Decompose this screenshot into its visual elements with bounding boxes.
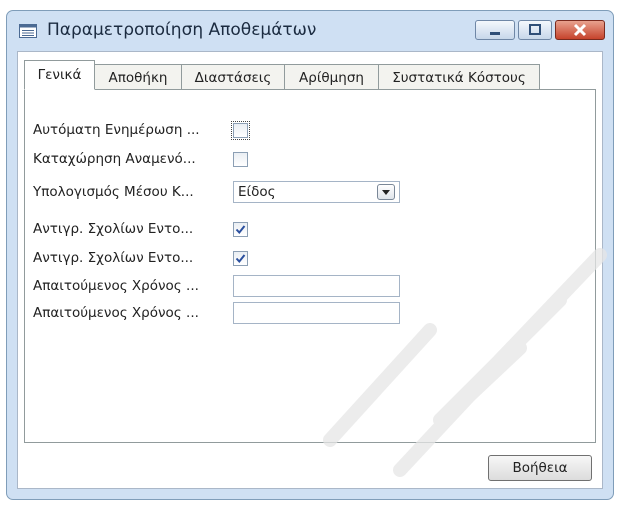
field-label: Απαιτούμενος Χρόνος ... xyxy=(33,278,199,294)
field-row: Αντιγρ. Σχολίων Εντο... xyxy=(33,217,248,241)
tab-general[interactable]: Γενικά xyxy=(24,60,95,90)
tab-label: Διαστάσεις xyxy=(194,69,272,86)
field-row: Αυτόματη Ενημέρωση ... xyxy=(33,118,250,142)
avg-cost-select[interactable]: Είδος xyxy=(233,181,400,203)
checkmark-icon xyxy=(235,253,246,263)
tab-cost-components[interactable]: Συστατικά Κόστους xyxy=(378,64,540,90)
expected-posting-checkbox[interactable] xyxy=(233,151,248,167)
field-row: Απαιτούμενος Χρόνος ... xyxy=(33,274,400,298)
form-icon xyxy=(19,23,37,38)
field-label: Αντιγρ. Σχολίων Εντο... xyxy=(33,221,194,237)
tab-strip: Γενικά Αποθήκη Διαστάσεις Αρίθμηση Συστα… xyxy=(24,60,540,90)
dropdown-arrow-icon[interactable] xyxy=(377,184,395,200)
close-button[interactable] xyxy=(555,20,605,40)
settings-window: Παραμετροποίηση Αποθεμάτων Γενικά Αποθήκ… xyxy=(6,10,614,500)
help-button-label: Βοήθεια xyxy=(512,460,568,476)
required-time-2-input[interactable] xyxy=(233,302,400,324)
dialog-body: Γενικά Αποθήκη Διαστάσεις Αρίθμηση Συστα… xyxy=(17,51,603,489)
tab-label: Αρίθμηση xyxy=(299,69,364,86)
auto-update-checkbox[interactable] xyxy=(231,120,250,140)
help-button[interactable]: Βοήθεια xyxy=(488,455,592,481)
field-label: Καταχώρηση Αναμενό... xyxy=(33,151,196,167)
tab-label: Αποθήκη xyxy=(108,69,168,86)
field-label: Απαιτούμενος Χρόνος ... xyxy=(33,305,199,321)
title-bar[interactable]: Παραμετροποίηση Αποθεμάτων xyxy=(7,11,613,49)
field-row: Αντιγρ. Σχολίων Εντο... xyxy=(33,246,248,270)
window-title: Παραμετροποίηση Αποθεμάτων xyxy=(47,20,317,40)
field-row: Καταχώρηση Αναμενό... xyxy=(33,147,248,171)
tab-numbering[interactable]: Αρίθμηση xyxy=(284,64,379,90)
field-row: Απαιτούμενος Χρόνος ... xyxy=(33,301,400,325)
tab-warehouse[interactable]: Αποθήκη xyxy=(94,64,182,90)
field-row: Υπολογισμός Μέσου Κ... Είδος xyxy=(33,180,400,204)
checkmark-icon xyxy=(235,224,246,234)
tab-panel-general: Αυτόματη Ενημέρωση ... Καταχώρηση Αναμεν… xyxy=(24,89,596,443)
field-label: Αντιγρ. Σχολίων Εντο... xyxy=(33,250,194,266)
select-value: Είδος xyxy=(238,184,276,200)
field-label: Αυτόματη Ενημέρωση ... xyxy=(33,122,200,138)
required-time-1-input[interactable] xyxy=(233,275,400,297)
minimize-button[interactable] xyxy=(475,20,515,40)
tab-dimensions[interactable]: Διαστάσεις xyxy=(181,64,285,90)
tab-label: Συστατικά Κόστους xyxy=(392,69,526,86)
copy-comments-1-checkbox[interactable] xyxy=(233,221,248,237)
copy-comments-2-checkbox[interactable] xyxy=(233,250,248,266)
tab-label: Γενικά xyxy=(37,67,82,83)
field-label: Υπολογισμός Μέσου Κ... xyxy=(33,184,194,200)
maximize-button[interactable] xyxy=(518,20,552,40)
